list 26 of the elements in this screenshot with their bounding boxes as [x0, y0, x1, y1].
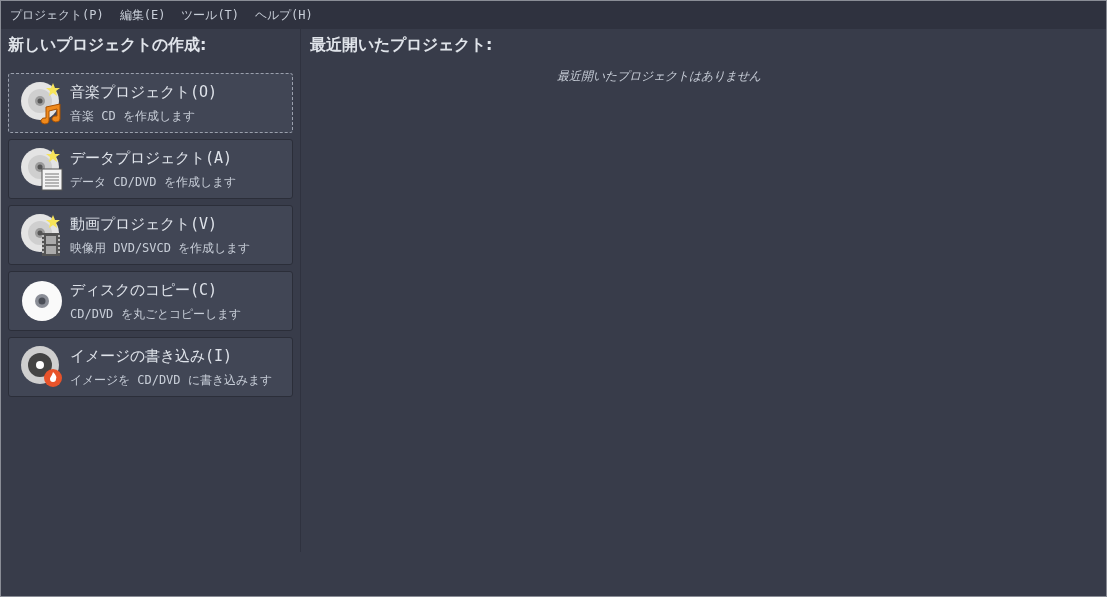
project-type-title: ディスクのコピー(C): [70, 279, 219, 301]
section-title: 新しいプロジェクトの作成:: [8, 34, 208, 56]
project-type-button[interactable]: 音楽プロジェクト(O) 音楽 CD を作成します: [8, 73, 293, 133]
project-type-title: 音楽プロジェクト(O): [70, 81, 218, 103]
empty-message: 最近開いたプロジェクトはありません: [555, 68, 762, 85]
project-type-description: 映像用 DVD/SVCD を作成します: [70, 240, 251, 258]
menu-item[interactable]: ヘルプ(H): [255, 6, 313, 24]
project-type-button[interactable]: イメージの書き込み(I) イメージを CD/DVD に書き込みます: [8, 337, 293, 397]
project-type-button[interactable]: 動画プロジェクト(V) 映像用 DVD/SVCD を作成します: [8, 205, 293, 265]
project-type-title: データプロジェクト(A): [70, 147, 234, 169]
project-type-description: CD/DVD を丸ごとコピーします: [70, 306, 241, 324]
document-disc-icon: [20, 147, 64, 191]
menu-item[interactable]: プロジェクト(P): [10, 6, 104, 24]
project-type-title: 動画プロジェクト(V): [70, 213, 219, 235]
menu-item[interactable]: ツール(T): [181, 6, 240, 24]
project-type-button[interactable]: ディスクのコピー(C) CD/DVD を丸ごとコピーします: [8, 271, 293, 331]
project-type-description: 音楽 CD を作成します: [70, 108, 196, 126]
project-type-description: イメージを CD/DVD に書き込みます: [70, 372, 272, 390]
project-type-title: イメージの書き込み(I): [70, 345, 234, 367]
burn-disc-icon: [20, 345, 64, 389]
project-type-description: データ CD/DVD を作成します: [70, 174, 236, 192]
menu-item[interactable]: 編集(E): [119, 6, 166, 24]
disc-icon: [20, 279, 64, 323]
music-disc-icon: [20, 81, 64, 125]
section-title: 最近開いたプロジェクト:: [310, 34, 494, 56]
project-type-button[interactable]: データプロジェクト(A) データ CD/DVD を作成します: [8, 139, 293, 199]
